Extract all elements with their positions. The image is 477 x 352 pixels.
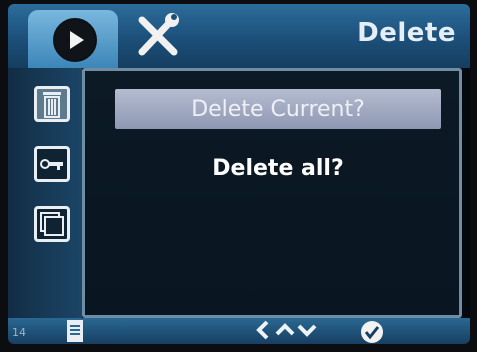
tools-icon[interactable]	[136, 12, 180, 62]
play-icon	[53, 18, 97, 62]
sidebar-item-delete[interactable]	[34, 86, 70, 122]
sidebar-item-protect[interactable]	[34, 146, 70, 182]
document-icon	[65, 319, 85, 344]
sidebar	[8, 68, 82, 318]
option-delete-current[interactable]: Delete Current?	[115, 89, 441, 129]
top-bar: Delete	[8, 4, 470, 68]
key-icon	[40, 159, 63, 170]
trash-icon	[43, 92, 61, 118]
nav-arrows-icon[interactable]	[253, 318, 323, 344]
tab-playback[interactable]	[28, 10, 118, 68]
option-delete-all[interactable]: Delete all?	[115, 148, 441, 188]
sidebar-item-copy[interactable]	[34, 206, 70, 242]
copy-pages-icon	[40, 212, 64, 236]
page-number: 14	[12, 326, 26, 339]
delete-menu-panel: Delete Current? Delete all?	[82, 68, 462, 318]
camera-screen: Delete Delete Current? Delete all? 14	[8, 4, 470, 344]
confirm-check-icon[interactable]	[360, 320, 384, 344]
bottom-bar: 14	[8, 318, 470, 344]
page-title: Delete	[357, 18, 456, 48]
